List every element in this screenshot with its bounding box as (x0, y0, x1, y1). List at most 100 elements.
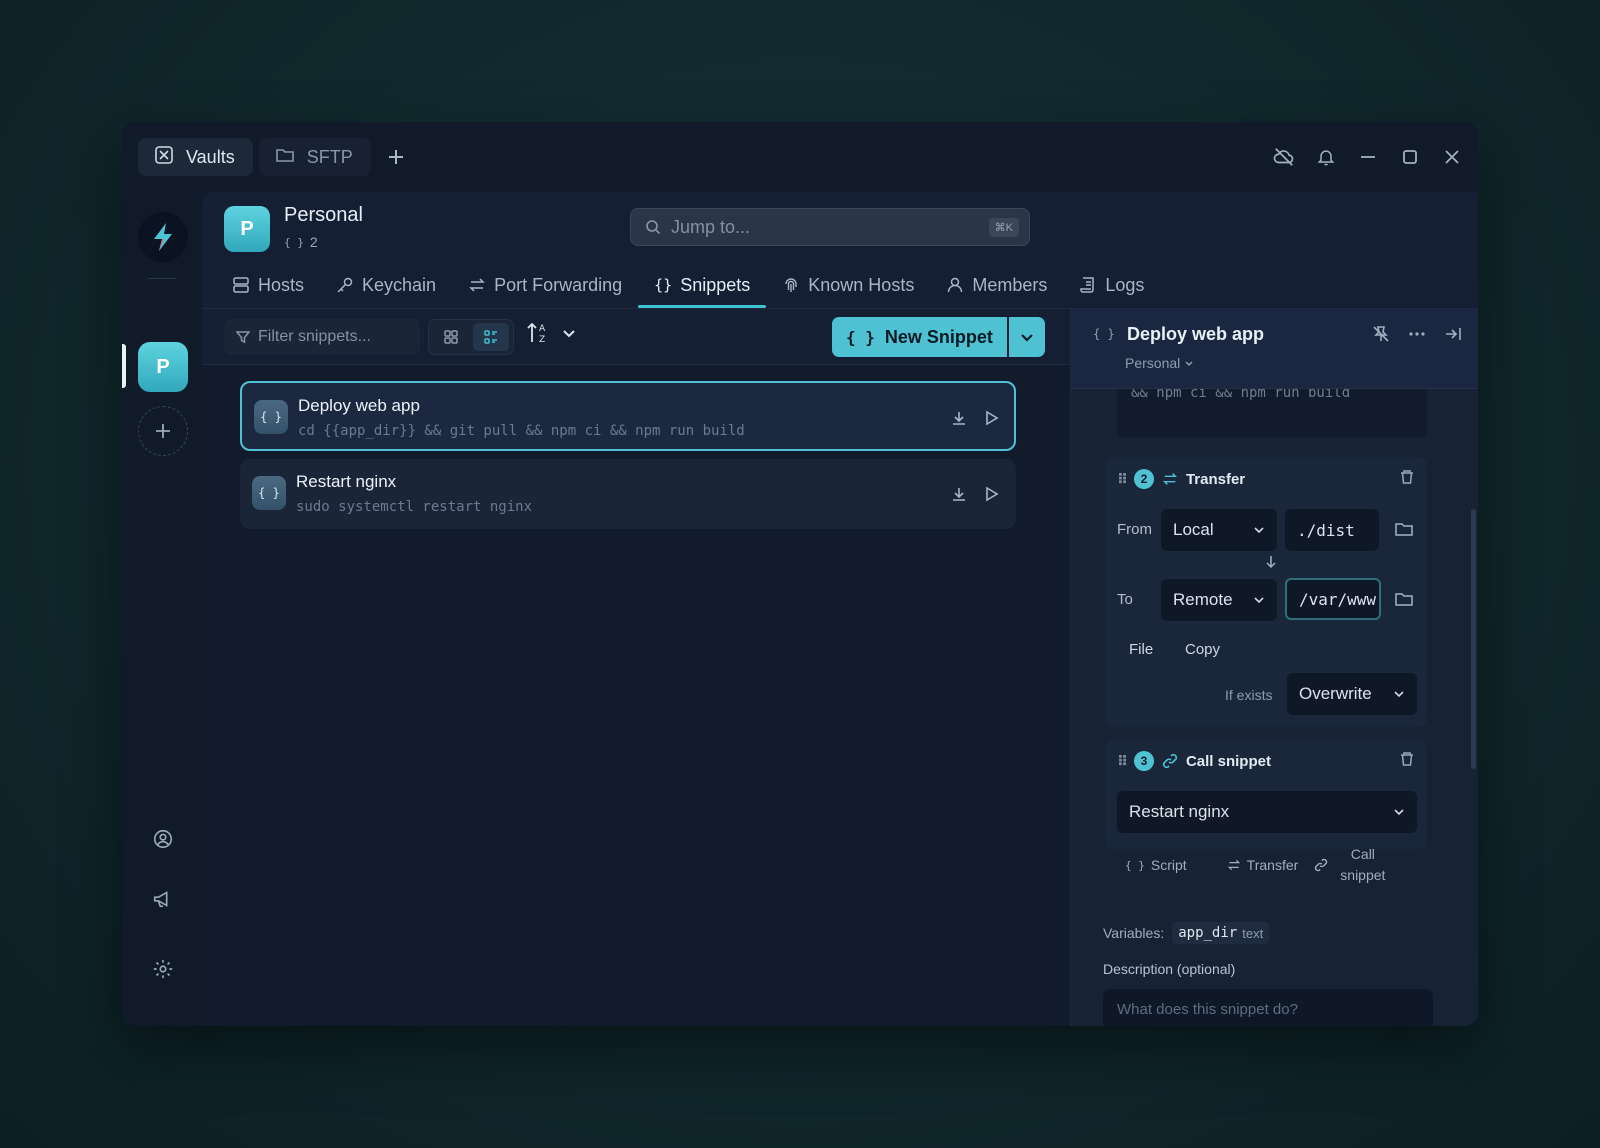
list-view-button[interactable] (473, 323, 509, 351)
tab-port-forwarding[interactable]: Port Forwarding (452, 264, 638, 306)
fingerprint-icon (785, 278, 797, 292)
sort-az-icon: AZ (527, 322, 546, 345)
add-call-snippet-button[interactable]: Call snippet (1314, 844, 1385, 886)
run-icon[interactable] (980, 483, 1002, 505)
snippet-count: { } 2 (284, 234, 318, 250)
braces-icon: { } (284, 235, 304, 249)
chevron-down-icon (1254, 597, 1264, 604)
tab-members[interactable]: Members (930, 264, 1063, 306)
jump-to-search[interactable]: Jump to... ⌘K (630, 208, 1030, 246)
tab-sftp[interactable]: SFTP (258, 138, 371, 176)
kind-copy-toggle[interactable]: Copy (1185, 641, 1220, 658)
add-vault-button[interactable] (138, 406, 188, 456)
add-call-snippet-label: Call snippet (1340, 844, 1385, 886)
account-icon[interactable] (150, 826, 176, 852)
active-vault-indicator (122, 344, 126, 388)
grid-view-button[interactable] (433, 323, 469, 351)
snippet-title: Deploy web app (298, 396, 420, 415)
user-icon (948, 277, 963, 293)
main-area: P Personal { } 2 Jump to... ⌘K Hosts Key… (202, 192, 1478, 1026)
link-icon (1162, 753, 1178, 769)
detail-scrollbar[interactable] (1471, 509, 1476, 769)
detail-actions (1372, 325, 1462, 343)
snippet-detail-pane: { } Deploy web app Personal && npm ci &&… (1070, 309, 1478, 1026)
drag-handle-icon[interactable]: ⠿ (1117, 471, 1128, 488)
step-title: Transfer (1185, 470, 1246, 488)
arrows-swap-icon (469, 278, 485, 292)
step-header: ⠿ 3 Call snippet (1117, 751, 1271, 771)
snippet-command: sudo systemctl restart nginx (296, 499, 533, 515)
megaphone-icon[interactable] (150, 886, 176, 912)
close-icon[interactable] (1440, 145, 1464, 169)
collapse-panel-icon[interactable] (1444, 325, 1462, 343)
tab-hosts[interactable]: Hosts (216, 264, 320, 306)
folder-icon (275, 145, 295, 170)
add-script-button[interactable]: { } Script (1125, 857, 1187, 873)
drag-handle-icon[interactable]: ⠿ (1117, 753, 1128, 770)
to-source-select[interactable]: Remote (1161, 579, 1277, 621)
app-logo[interactable] (138, 212, 188, 262)
add-tab-button[interactable] (377, 138, 415, 176)
trash-icon[interactable] (1399, 751, 1415, 772)
search-shortcut: ⌘K (988, 217, 1019, 237)
vault-selector[interactable]: Personal (1125, 355, 1194, 371)
new-snippet-button[interactable]: { } New Snippet (832, 317, 1007, 357)
description-input[interactable]: What does this snippet do? (1103, 989, 1433, 1026)
vault-switch-personal[interactable]: P (138, 342, 188, 392)
to-path-input[interactable]: /var/www (1285, 578, 1381, 620)
add-transfer-button[interactable]: Transfer (1227, 857, 1298, 873)
tab-snippets[interactable]: {} Snippets (638, 264, 767, 308)
tab-hosts-label: Hosts (258, 274, 305, 295)
folder-icon[interactable] (1395, 591, 1413, 612)
from-source-select[interactable]: Local (1161, 509, 1277, 551)
braces-icon: { } (1093, 327, 1115, 341)
tab-known-hosts-label: Known Hosts (808, 274, 915, 295)
variable-name: app_dir (1178, 925, 1238, 941)
chevron-down-icon (1185, 361, 1193, 367)
folder-icon[interactable] (1395, 521, 1413, 542)
sort-button[interactable]: AZ (526, 321, 576, 345)
new-snippet-menu-button[interactable] (1008, 317, 1045, 357)
download-icon[interactable] (948, 483, 970, 505)
search-icon (646, 220, 661, 235)
bell-icon[interactable] (1314, 145, 1338, 169)
run-icon[interactable] (980, 407, 1002, 429)
unpin-icon[interactable] (1372, 325, 1390, 343)
download-icon[interactable] (948, 407, 970, 429)
step-call-snippet: ⠿ 3 Call snippet Restart nginx (1105, 739, 1427, 849)
svg-text:Z: Z (539, 335, 545, 345)
add-call-line2: snippet (1340, 867, 1386, 883)
chevron-down-icon (1021, 334, 1033, 342)
minimize-icon[interactable] (1356, 145, 1380, 169)
tab-keychain[interactable]: Keychain (320, 264, 452, 306)
kind-file-toggle[interactable]: File (1129, 641, 1153, 658)
snippet-card-deploy[interactable]: { } Deploy web app cd {{app_dir}} && git… (240, 381, 1016, 451)
tab-known-hosts[interactable]: Known Hosts (766, 264, 930, 306)
if-exists-select[interactable]: Overwrite (1287, 673, 1417, 715)
detail-scroll-body: && npm ci && npm run build ⠿ 2 Transfer … (1071, 309, 1478, 1026)
cloud-off-icon[interactable] (1272, 145, 1296, 169)
tab-logs[interactable]: Logs (1063, 264, 1160, 306)
snippet-count-value: 2 (309, 234, 318, 250)
snippet-card-restart-nginx[interactable]: { } Restart nginx sudo systemctl restart… (240, 459, 1016, 529)
more-icon[interactable] (1408, 325, 1426, 343)
app-window: Vaults SFTP P P Personal {} 2 Jump to..… (122, 122, 1478, 1026)
vault-avatar: P (224, 206, 270, 252)
filter-input[interactable]: Filter snippets... (224, 319, 420, 355)
from-label: From (1117, 521, 1152, 538)
add-call-line1: Call (1350, 846, 1375, 862)
settings-gear-icon[interactable] (150, 956, 176, 982)
call-target-select[interactable]: Restart nginx (1117, 791, 1417, 833)
braces-icon: { } (1125, 858, 1145, 872)
section-tabs: Hosts Keychain Port Forwarding {} Snippe… (216, 264, 1160, 308)
svg-text:A: A (539, 324, 546, 334)
trash-icon[interactable] (1399, 469, 1415, 490)
step-header: ⠿ 2 Transfer (1117, 469, 1245, 489)
new-snippet-button-group: { } New Snippet (832, 317, 1045, 357)
tab-vaults[interactable]: Vaults (138, 138, 253, 176)
tab-port-forwarding-label: Port Forwarding (494, 274, 623, 295)
from-path-input[interactable]: ./dist (1285, 509, 1379, 551)
call-target-value: Restart nginx (1129, 802, 1230, 821)
title-bar: Vaults SFTP (122, 122, 1478, 192)
maximize-icon[interactable] (1398, 145, 1422, 169)
